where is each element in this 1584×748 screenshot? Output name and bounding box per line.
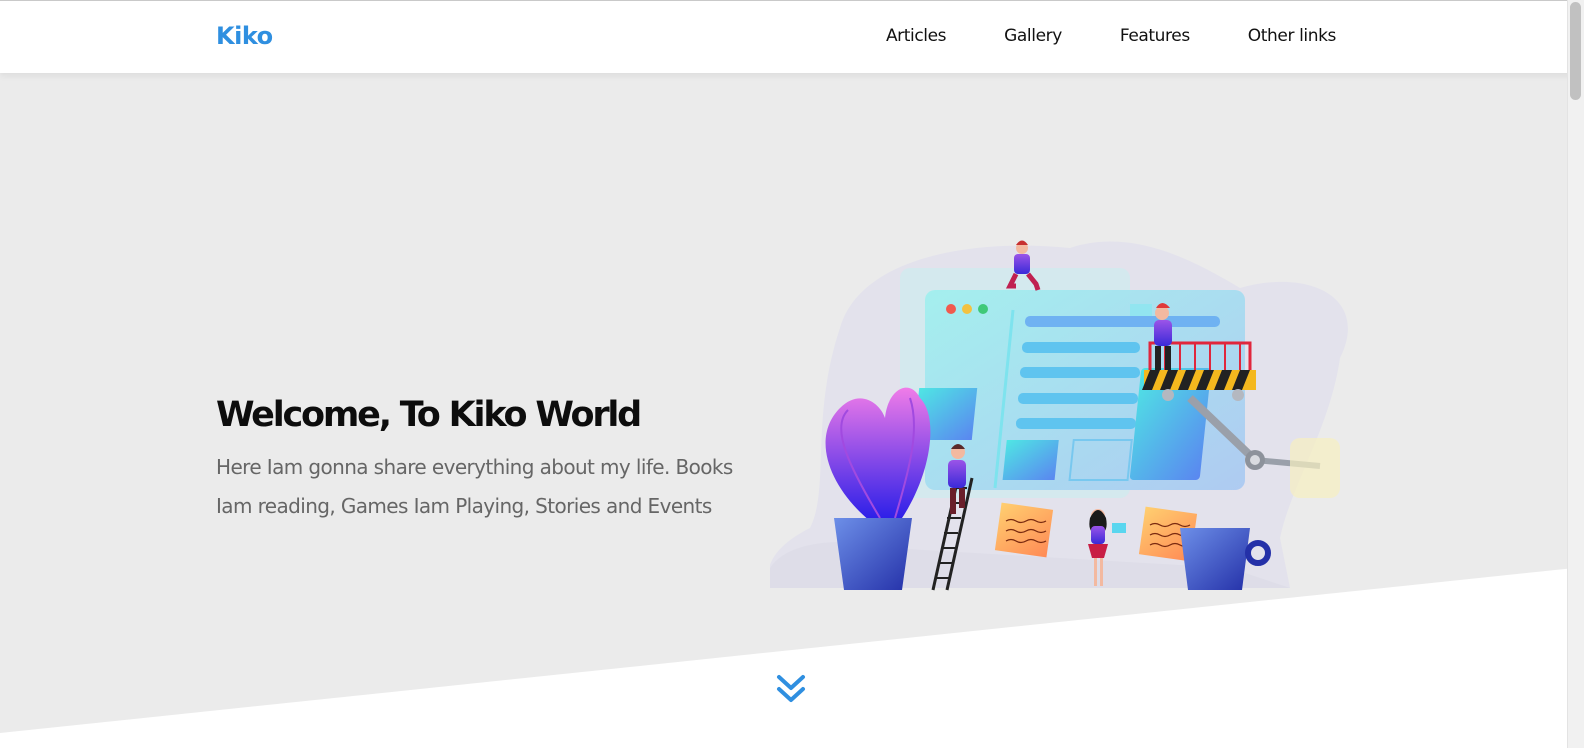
hero-description: Here Iam gonna share everything about my… [216, 455, 733, 518]
nav-link-gallery[interactable]: Gallery [1004, 26, 1062, 46]
page: Kiko Articles Gallery Features Other lin… [0, 0, 1584, 748]
nav-link-features[interactable]: Features [1120, 26, 1190, 46]
website-construction-illustration [770, 240, 1348, 591]
logo-link[interactable]: Kiko [216, 22, 273, 50]
scrollbar-thumb[interactable] [1570, 2, 1581, 100]
nav-link-other-links[interactable]: Other links [1248, 26, 1337, 46]
scroll-down-icon[interactable] [776, 673, 806, 707]
site-header: Kiko Articles Gallery Features Other lin… [0, 0, 1584, 73]
main-nav: Articles Gallery Features Other links [886, 26, 1336, 46]
hero-title: Welcome, To Kiko World [216, 395, 642, 435]
hero-section: Welcome, To Kiko World Here Iam gonna sh… [0, 73, 1584, 748]
nav-link-articles[interactable]: Articles [886, 26, 947, 46]
page-scrollbar[interactable] [1567, 0, 1584, 748]
